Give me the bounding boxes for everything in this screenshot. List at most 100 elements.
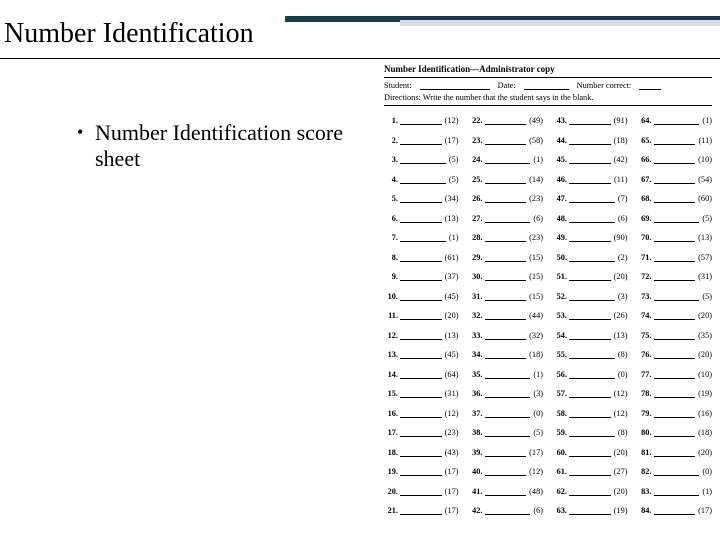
answer-blank <box>400 194 442 203</box>
item-number: 84. <box>638 506 652 515</box>
answer-key: (13) <box>445 214 459 223</box>
answer-blank <box>485 136 527 145</box>
item-number: 40. <box>469 467 483 476</box>
item-number: 52. <box>553 292 567 301</box>
answer-blank <box>654 272 696 281</box>
answer-blank <box>400 409 442 418</box>
item-number: 35. <box>469 370 483 379</box>
answer-key: (1) <box>533 155 543 164</box>
answer-blank <box>485 253 527 262</box>
item-number: 64. <box>638 116 652 125</box>
answer-key: (31) <box>445 389 459 398</box>
score-cell: 4.(5) <box>384 175 459 184</box>
answer-blank <box>400 448 442 457</box>
score-cell: 55.(8) <box>553 350 628 359</box>
answer-key: (20) <box>614 272 628 281</box>
score-cell: 72.(31) <box>638 272 713 281</box>
item-number: 44. <box>553 136 567 145</box>
score-cell: 83.(1) <box>638 487 713 496</box>
answer-key: (45) <box>445 292 459 301</box>
answer-key: (5) <box>449 175 459 184</box>
answer-key: (5) <box>449 155 459 164</box>
answer-blank <box>400 233 446 242</box>
answer-key: (57) <box>698 253 712 262</box>
answer-key: (18) <box>614 136 628 145</box>
score-cell: 16. (12) <box>384 409 459 418</box>
answer-key: (17) <box>529 448 543 457</box>
score-cell: 15.(31) <box>384 389 459 398</box>
slide: Number Identification • Number Identific… <box>0 0 720 540</box>
score-cell: 74.(20) <box>638 311 713 320</box>
item-number: 70. <box>638 233 652 242</box>
item-number: 42. <box>469 506 483 515</box>
item-number: 34. <box>469 350 483 359</box>
slide-title: Number Identification <box>4 18 254 50</box>
answer-key: (12) <box>445 409 459 418</box>
sheet-header: Number Identification—Administrator copy <box>378 60 718 74</box>
score-cell: 11.(20) <box>384 311 459 320</box>
answer-blank <box>569 428 615 437</box>
item-number: 9. <box>384 272 398 281</box>
answer-blank <box>569 233 611 242</box>
answer-key: (26) <box>614 311 628 320</box>
item-number: 48. <box>553 214 567 223</box>
answer-blank <box>400 370 442 379</box>
score-cell: 45.(42) <box>553 155 628 164</box>
answer-blank <box>569 506 611 515</box>
item-number: 12. <box>384 331 398 340</box>
item-number: 69. <box>638 214 652 223</box>
answer-key: (31) <box>698 272 712 281</box>
score-cell: 37.(0) <box>469 409 544 418</box>
answer-blank <box>569 136 611 145</box>
answer-key: (64) <box>445 370 459 379</box>
answer-key: (2) <box>618 253 628 262</box>
answer-key: (20) <box>698 311 712 320</box>
answer-blank <box>654 155 696 164</box>
score-cell: 35.(1) <box>469 370 544 379</box>
item-number: 71. <box>638 253 652 262</box>
score-cell: 47.(7) <box>553 194 628 203</box>
answer-key: (16) <box>698 409 712 418</box>
item-number: 13. <box>384 350 398 359</box>
date-label: Date: <box>498 81 516 90</box>
item-number: 56. <box>553 370 567 379</box>
item-number: 16. <box>384 409 398 418</box>
score-cell: 76.(20) <box>638 350 713 359</box>
score-cell: 17.(23) <box>384 428 459 437</box>
score-cell: 22.(49) <box>469 116 544 125</box>
answer-blank <box>400 487 442 496</box>
item-number: 59. <box>553 428 567 437</box>
score-cell: 12.(13) <box>384 331 459 340</box>
score-cell: 42.(6) <box>469 506 544 515</box>
item-number: 31. <box>469 292 483 301</box>
answer-blank <box>654 487 700 496</box>
answer-blank <box>569 116 611 125</box>
answer-key: (19) <box>698 389 712 398</box>
answer-blank <box>654 389 696 398</box>
item-number: 50. <box>553 253 567 262</box>
score-cell: 38.(5) <box>469 428 544 437</box>
answer-key: (12) <box>529 467 543 476</box>
item-number: 55. <box>553 350 567 359</box>
score-cell: 63.(19) <box>553 506 628 515</box>
answer-blank <box>654 175 696 184</box>
answer-blank <box>569 175 611 184</box>
item-number: 60. <box>553 448 567 457</box>
score-cell: 39.(17) <box>469 448 544 457</box>
score-cell: 41.(48) <box>469 487 544 496</box>
score-cell: 24.(1) <box>469 155 544 164</box>
score-cell: 27.(6) <box>469 214 544 223</box>
answer-key: (15) <box>529 292 543 301</box>
score-cell: 21.(17) <box>384 506 459 515</box>
score-cell: 67.(54) <box>638 175 713 184</box>
item-number: 78. <box>638 389 652 398</box>
item-number: 27. <box>469 214 483 223</box>
answer-key: (20) <box>698 448 712 457</box>
answer-blank <box>485 175 527 184</box>
item-number: 3. <box>384 155 398 164</box>
score-cell: 61.(27) <box>553 467 628 476</box>
sheet-meta-row: Student: Date: Number correct: <box>378 78 718 90</box>
answer-key: (43) <box>445 448 459 457</box>
score-cell: 66.(10) <box>638 155 713 164</box>
score-cell: 9.(37) <box>384 272 459 281</box>
